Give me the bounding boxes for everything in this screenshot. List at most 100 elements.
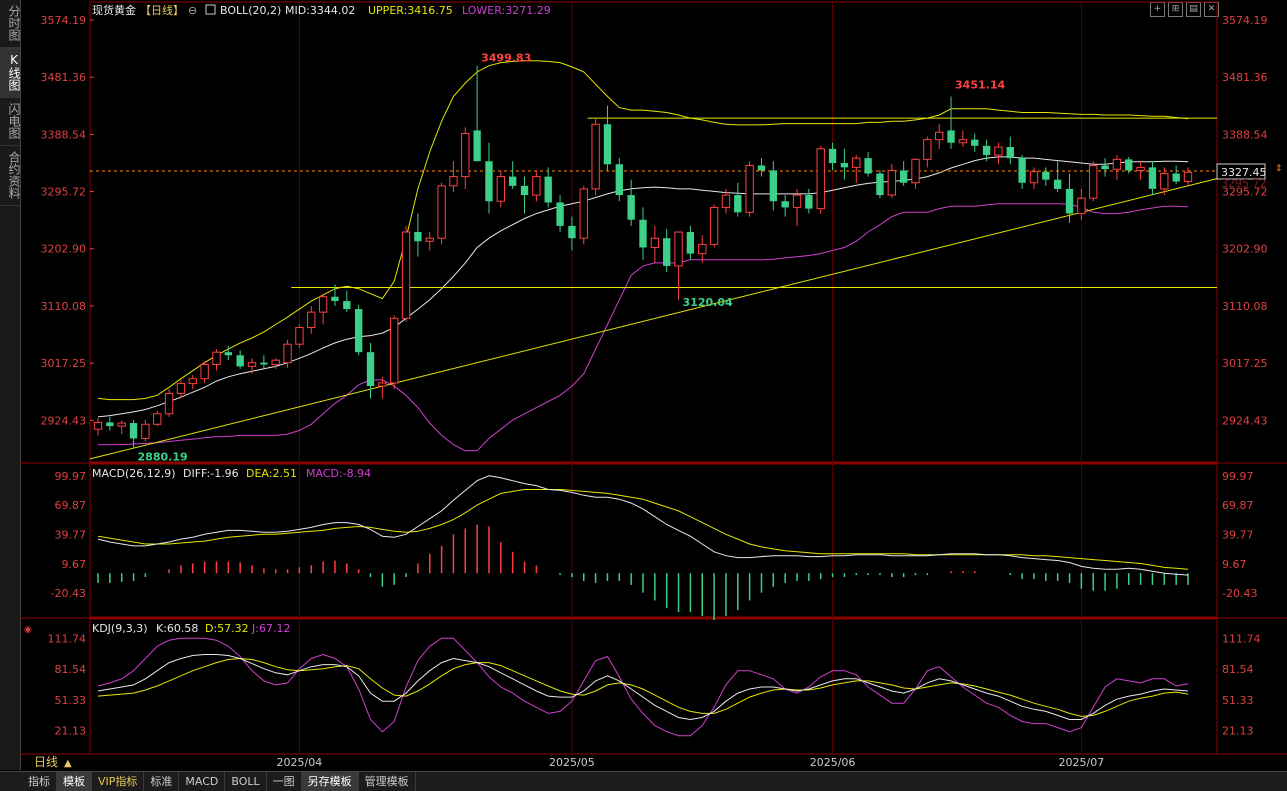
candle	[864, 158, 872, 174]
month-label: 2025/05	[549, 756, 595, 769]
macd-label-right: 69.87	[1222, 499, 1254, 512]
macd-dea: DEA:2.51	[246, 467, 297, 480]
candle	[343, 301, 351, 310]
price-label-left: 3481.36	[41, 71, 87, 84]
kdj-j-line	[97, 637, 1189, 737]
candle	[318, 296, 328, 313]
candle	[496, 176, 505, 202]
candle	[792, 194, 802, 208]
candle	[93, 421, 103, 430]
price-label-left: 3388.54	[41, 128, 87, 141]
macd-label-right: 99.97	[1222, 470, 1254, 483]
candle	[603, 124, 612, 165]
candle	[307, 311, 316, 329]
candle	[117, 422, 126, 427]
candle	[840, 163, 849, 168]
boll-lower: LOWER:3271.29	[462, 4, 551, 17]
macd-label-left: -20.43	[51, 587, 86, 600]
candle	[1148, 167, 1157, 189]
candle	[887, 169, 896, 196]
kdj-label-left: 81.54	[55, 663, 87, 676]
kdj-j: J:67.12	[251, 622, 290, 635]
instrument-name: 现货黄金	[92, 3, 136, 17]
candle	[650, 237, 660, 248]
macd-label-left: 9.67	[62, 558, 87, 571]
price-annotation: 3120.04	[683, 296, 733, 309]
candle	[164, 392, 174, 415]
kdj-label-left: 51.33	[55, 694, 87, 707]
legends: 现货黄金 【日线】 ⊖ BOLL(20,2) MID:3344.02 UPPER…	[24, 3, 551, 769]
price-label-left: 3110.08	[41, 300, 87, 313]
candle	[378, 382, 387, 387]
candle	[1089, 165, 1098, 199]
candle	[816, 148, 825, 210]
candle	[236, 355, 244, 367]
macd-label-left: 69.87	[55, 499, 87, 512]
price-label-right: 3017.25	[1222, 357, 1268, 370]
bottom-tab-5[interactable]: BOLL	[225, 772, 267, 791]
bottom-tab-3[interactable]: 标准	[144, 772, 180, 791]
candle	[1136, 166, 1145, 171]
candle	[544, 176, 552, 203]
kdj-label-right: 51.33	[1222, 694, 1254, 707]
macd-label-left: 99.97	[55, 470, 87, 483]
price-label-left: 3574.19	[41, 14, 87, 27]
candle	[721, 194, 731, 208]
boll-mid-line	[97, 156, 1189, 418]
bottom-toolbar: 指标 模板 VIP指标 标准 MACD BOLL 一图 另存模板 管理模板	[0, 771, 1287, 791]
triangle-up-icon[interactable]: ▲	[64, 758, 72, 769]
candle	[271, 359, 280, 366]
candle	[1065, 188, 1074, 214]
candle	[615, 164, 623, 196]
candle	[1018, 158, 1026, 183]
candle	[781, 201, 789, 208]
kline-chart[interactable]: 3574.19 3574.19 3481.36 3481.36 3388.54 3388.…	[0, 0, 1287, 770]
macd-value: MACD:-8.94	[306, 467, 371, 480]
candle	[994, 146, 1003, 156]
bottom-tab-6[interactable]: 一图	[267, 772, 302, 791]
kdj-k-line	[97, 654, 1189, 721]
bottom-tab-4[interactable]: MACD	[179, 772, 226, 791]
price-label-right: 3110.08	[1222, 300, 1268, 313]
pane-frame-0	[89, 1, 1218, 463]
indicator-box-icon[interactable]	[205, 4, 216, 15]
price-label-left: 3202.90	[41, 243, 87, 256]
candle	[129, 423, 138, 439]
price-alert-icon: ⇕	[1275, 164, 1283, 174]
candle	[923, 139, 932, 160]
macd-label-right: -20.43	[1222, 587, 1257, 600]
candle	[354, 309, 363, 353]
candle	[414, 232, 422, 242]
pane-frame-2	[89, 618, 1218, 755]
bottom-tab-7[interactable]: 另存模板	[301, 772, 359, 791]
kdj-label-right: 81.54	[1222, 663, 1254, 676]
boll-name: BOLL(20,2)	[220, 4, 281, 17]
period-selector[interactable]: 日线	[34, 755, 58, 769]
candle	[674, 231, 683, 267]
candle	[449, 176, 458, 187]
candle	[734, 195, 742, 213]
bottom-tab-2[interactable]: VIP指标	[92, 772, 145, 791]
price-annotation: 2880.19	[138, 451, 188, 464]
settings-icon[interactable]: ⊖	[188, 4, 197, 17]
macd-label-left: 39.77	[55, 528, 87, 541]
candle	[188, 378, 197, 385]
candle	[390, 317, 399, 384]
candle	[935, 131, 944, 141]
candle	[757, 165, 766, 171]
bottom-tab-8[interactable]: 管理模板	[359, 772, 416, 791]
candle	[260, 362, 268, 365]
candle	[532, 176, 541, 196]
candle	[283, 343, 292, 364]
macd-plot	[97, 475, 1189, 620]
pane-marker-icon[interactable]: ◉	[24, 625, 32, 635]
candle	[805, 195, 813, 209]
price-label-right: 3574.19	[1222, 14, 1268, 27]
pane-frame-1	[89, 463, 1218, 618]
candle	[947, 130, 955, 143]
bottom-tab-1[interactable]: 模板	[57, 772, 92, 791]
macd-name: MACD(26,12,9)	[92, 467, 176, 480]
bottom-tab-0[interactable]: 指标	[22, 772, 57, 791]
month-label: 2025/06	[810, 756, 856, 769]
candle	[1077, 197, 1086, 215]
